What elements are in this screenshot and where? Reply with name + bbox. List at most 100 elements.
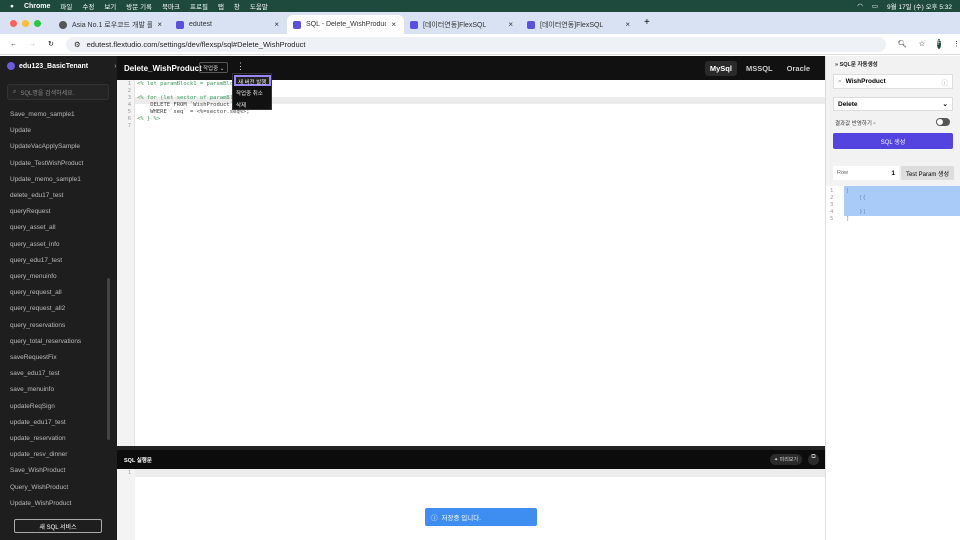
battery-icon[interactable]: ▭ bbox=[872, 2, 878, 10]
tab-flexsql-1[interactable]: [데이터연동]FlexSQL × bbox=[404, 15, 521, 34]
url-input[interactable]: ⚙ edutest.flextudio.com/settings/dev/flex… bbox=[65, 36, 886, 52]
sidebar-item[interactable]: query_total_reservations bbox=[10, 338, 81, 345]
collapse-icon[interactable]: » bbox=[835, 62, 838, 68]
sidebar-item[interactable]: Save_WishProduct bbox=[10, 467, 65, 474]
back-icon[interactable]: ← bbox=[10, 41, 17, 48]
copy-icon[interactable]: ⧉ bbox=[808, 454, 819, 465]
tab-bar: Asia No.1 로우코드 개발 플랫폼 × edutest × SQL - De… bbox=[0, 12, 960, 34]
sidebar-item[interactable]: updateReqSign bbox=[10, 403, 55, 410]
menu-item-publish-version[interactable]: 새 버전 발행 bbox=[234, 75, 271, 86]
sidebar-scrollbar[interactable] bbox=[107, 278, 110, 440]
menu-item-delete[interactable]: 삭제 bbox=[236, 101, 246, 109]
menu-file[interactable]: 파일 bbox=[60, 1, 72, 11]
menu-view[interactable]: 보기 bbox=[104, 1, 116, 11]
apple-icon[interactable]: ● bbox=[10, 3, 14, 10]
panel-title-text: SQL문 자동생성 bbox=[839, 62, 878, 68]
tab-label: [데이터연동]FlexSQL bbox=[540, 21, 604, 29]
info-icon[interactable]: ▫ bbox=[873, 121, 875, 127]
code-line: <% } %> bbox=[137, 116, 161, 122]
sidebar-item[interactable]: delete_edu17_test bbox=[10, 192, 64, 199]
clock[interactable]: 9월 17일 (수) 오후 5:32 bbox=[887, 1, 952, 11]
menu-edit[interactable]: 수정 bbox=[82, 1, 94, 11]
menu-profile[interactable]: 프로필 bbox=[190, 1, 208, 11]
info-icon: ⓘ bbox=[431, 515, 438, 522]
reflect-result-toggle[interactable] bbox=[936, 118, 950, 126]
row-count-input[interactable]: Row 1 bbox=[833, 166, 899, 180]
sidebar-item[interactable]: update_reservation bbox=[10, 435, 66, 442]
line-number: 3 bbox=[830, 202, 834, 208]
sidebar-item[interactable]: query_edu17_test bbox=[10, 257, 62, 264]
sql-search-input[interactable]: ⌕ SQL명을 검색하세요. bbox=[7, 84, 109, 100]
close-icon[interactable]: × bbox=[157, 20, 162, 29]
menu-tab[interactable]: 탭 bbox=[218, 1, 224, 11]
tab-mssql[interactable]: MSSQL bbox=[741, 61, 778, 76]
sql-generate-button[interactable]: SQL 생성 bbox=[833, 133, 953, 149]
sidebar-item[interactable]: Save_memo_sample1 bbox=[10, 111, 75, 118]
sidebar-item[interactable]: Query_WishProduct bbox=[10, 484, 68, 491]
sidebar-item[interactable]: Update bbox=[10, 127, 31, 134]
close-icon[interactable]: × bbox=[508, 20, 513, 29]
table-search-input[interactable]: ⌕ WishProduct ⓘ bbox=[833, 74, 953, 89]
more-icon[interactable]: ⋮ bbox=[953, 40, 960, 48]
tab-flexsql-2[interactable]: [데이터연동]FlexSQL × bbox=[521, 15, 638, 34]
tab-sql-delete[interactable]: SQL - Delete_WishProduct × bbox=[287, 15, 404, 34]
close-icon[interactable]: × bbox=[391, 20, 396, 29]
sidebar-item[interactable]: query_asset_all bbox=[10, 224, 56, 231]
sidebar-item[interactable]: update_edu17_test bbox=[10, 419, 66, 426]
info-icon[interactable]: ⓘ bbox=[942, 77, 949, 87]
sidebar-item[interactable]: save_edu17_test bbox=[10, 370, 60, 377]
maximize-window-button[interactable] bbox=[34, 20, 41, 27]
profile-avatar[interactable]: F bbox=[937, 39, 941, 49]
zoom-icon[interactable]: 🔍︎ bbox=[898, 40, 907, 48]
status-dropdown[interactable]: 작업중 ⌄ bbox=[199, 62, 229, 73]
test-param-generate-button[interactable]: Test Param 생성 bbox=[901, 166, 954, 180]
tab-edutest[interactable]: edutest × bbox=[170, 15, 287, 34]
line-number: 2 bbox=[830, 195, 834, 201]
close-window-button[interactable] bbox=[10, 20, 17, 27]
sidebar-item[interactable]: update_resv_dinner bbox=[10, 451, 67, 458]
sidebar-item[interactable]: saveRequestFix bbox=[10, 354, 57, 361]
preview-button[interactable]: ✦ 미리보기 bbox=[770, 454, 802, 465]
menu-window[interactable]: 창 bbox=[234, 1, 240, 11]
tab-mysql[interactable]: MySql bbox=[704, 61, 737, 76]
flex-icon bbox=[293, 20, 301, 29]
sidebar-item[interactable]: queryRequest bbox=[10, 208, 50, 215]
sidebar-item[interactable]: Update_memo_sample1 bbox=[10, 176, 81, 183]
minimize-window-button[interactable] bbox=[22, 20, 29, 27]
line-number: 1 bbox=[830, 188, 834, 194]
new-tab-button[interactable]: + bbox=[638, 17, 650, 34]
sidebar-item[interactable]: query_reservations bbox=[10, 322, 65, 329]
sidebar-item[interactable]: query_menuinfo bbox=[10, 273, 57, 280]
star-icon[interactable]: ☆ bbox=[919, 40, 925, 48]
new-sql-service-button[interactable]: 새 SQL 서비스 bbox=[14, 519, 102, 533]
test-param-editor[interactable]: 1 [2 [{3 4 }] 5] bbox=[826, 186, 960, 540]
sidebar-item[interactable]: query_request_all2 bbox=[10, 305, 65, 312]
sidebar-item[interactable]: query_asset_info bbox=[10, 241, 60, 248]
close-icon[interactable]: × bbox=[274, 20, 279, 29]
sidebar-item[interactable]: save_menuinfo bbox=[10, 386, 54, 393]
menu-history[interactable]: 방문 기록 bbox=[126, 1, 152, 11]
close-icon[interactable]: × bbox=[625, 20, 630, 29]
site-settings-icon[interactable]: ⚙ bbox=[74, 40, 81, 49]
menu-help[interactable]: 도움말 bbox=[250, 1, 268, 11]
wifi-icon[interactable]: ◠ bbox=[857, 2, 863, 10]
sidebar-item[interactable]: UpdateVacApplySample bbox=[10, 143, 80, 150]
operation-select[interactable]: Delete ⌄ bbox=[833, 97, 953, 111]
tab-oracle[interactable]: Oracle bbox=[782, 61, 815, 76]
sql-output-editor[interactable]: 1 bbox=[117, 469, 825, 540]
tenant-selector[interactable]: edu123_BasicTenant › bbox=[7, 62, 116, 70]
reload-icon[interactable]: ↻ bbox=[48, 40, 54, 48]
menu-item-cancel-work[interactable]: 작업중 취소 bbox=[236, 89, 263, 97]
flex-icon bbox=[410, 20, 418, 29]
forward-icon[interactable]: → bbox=[29, 41, 36, 48]
json-line: ] bbox=[846, 216, 850, 222]
app-name[interactable]: Chrome bbox=[24, 3, 50, 10]
sidebar-item[interactable]: Update_WishProduct bbox=[10, 500, 71, 507]
sidebar-item[interactable]: Update_TestWishProduct bbox=[10, 160, 83, 167]
code-editor[interactable]: 1234567 <% let paramBlock1 = paramBlo <% … bbox=[117, 80, 825, 446]
sidebar-item[interactable]: query_request_all bbox=[10, 289, 62, 296]
toast-text: 저장중 입니다. bbox=[441, 515, 482, 522]
tab-asia[interactable]: Asia No.1 로우코드 개발 플랫폼 × bbox=[53, 15, 170, 34]
menu-bookmarks[interactable]: 북마크 bbox=[162, 1, 180, 11]
more-options-icon[interactable]: ⋮ bbox=[236, 61, 245, 72]
